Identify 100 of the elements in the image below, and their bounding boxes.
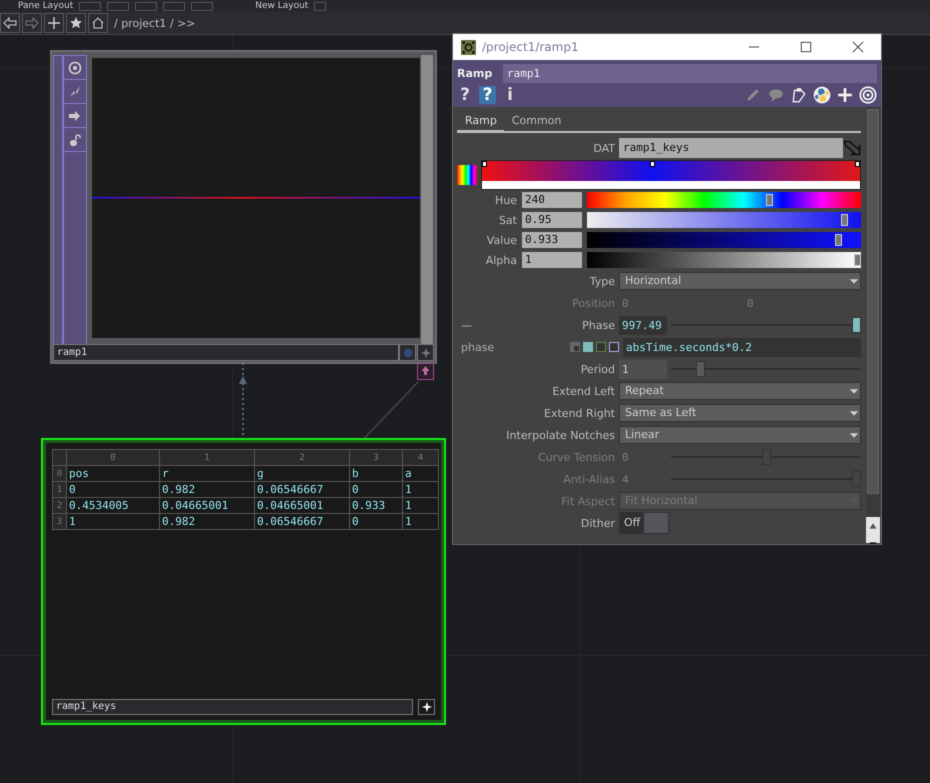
parameter-label: Extend Right — [543, 406, 616, 420]
home-button[interactable] — [88, 13, 108, 33]
table-cell: 0.04665001 — [254, 498, 350, 514]
slider[interactable] — [671, 316, 861, 334]
parameter-label: Position — [571, 296, 616, 310]
parameter-label: Hue — [494, 194, 517, 206]
parameter-tab[interactable]: Common — [504, 111, 568, 131]
back-button[interactable] — [0, 13, 20, 33]
sparkle-icon — [420, 701, 432, 713]
back-arrow-icon — [3, 16, 17, 30]
table-cell: 0.06546667 — [254, 514, 350, 530]
favorites-button[interactable] — [66, 13, 86, 33]
table-node[interactable]: 0 1 2 3 4 0 pos r g b a 1 0 0.982 0.06546667 0 1 2 0.4534005 0.04665001 0.04665001 0.933 1 3 1 0.982 0.06546667 0 1 ramp1_keys — [43, 440, 444, 723]
dropdown-menu[interactable]: Same as Left — [619, 404, 861, 422]
network-path[interactable]: / project1 / >> — [114, 16, 196, 30]
clipboard-icon[interactable] — [791, 87, 807, 103]
lock-icon[interactable] — [68, 132, 82, 146]
color-slider[interactable] — [587, 252, 861, 268]
row-header: 0 — [52, 466, 66, 482]
table-cell: 1 — [402, 514, 438, 530]
value-field[interactable]: 1 — [522, 252, 582, 268]
arrow-icon[interactable] — [68, 108, 82, 122]
parameter-label: Period — [580, 362, 616, 376]
expression-field[interactable]: absTime.seconds*0.2 — [623, 338, 861, 356]
parameter-label: Phase — [581, 318, 616, 332]
scrollbar[interactable] — [866, 107, 880, 544]
new-layout-label: New Layout — [255, 1, 308, 11]
collapse-toggle[interactable]: — — [457, 318, 477, 332]
node-name-field[interactable]: ramp1_keys — [52, 699, 413, 715]
bind-mode-icon[interactable] — [609, 342, 619, 352]
sparkle-icon — [420, 346, 432, 358]
table-cell: b — [350, 466, 402, 482]
value-field[interactable]: 0.95 — [522, 212, 582, 228]
dropdown-menu[interactable]: Linear — [619, 426, 861, 444]
forward-arrow-icon — [25, 16, 39, 30]
color-slider[interactable] — [587, 192, 861, 208]
node-name-field[interactable]: ramp1 — [53, 344, 399, 361]
parameter-label: Extend Left — [551, 384, 616, 398]
ramp-editor[interactable] — [481, 160, 861, 190]
ramp-node[interactable]: ramp1 — [50, 50, 437, 364]
python-icon[interactable] — [813, 86, 831, 104]
parameter-label: Type — [588, 274, 616, 288]
slider-thumb[interactable] — [696, 361, 706, 377]
table-cell: 0.04665001 — [160, 498, 254, 514]
app-icon — [461, 40, 476, 54]
dat-field[interactable]: ramp1_keys — [619, 138, 843, 158]
table-cell: pos — [66, 466, 160, 482]
value-field[interactable]: 240 — [522, 192, 582, 208]
target-icon[interactable] — [68, 60, 82, 74]
plus-icon — [47, 16, 61, 30]
help-button[interactable]: ? — [457, 86, 473, 104]
dropdown-menu[interactable]: Horizontal — [619, 272, 861, 290]
table-cell: g — [254, 466, 350, 482]
column-header: 0 — [66, 450, 160, 466]
viewer-button[interactable] — [399, 344, 416, 361]
parameter-label: DAT — [592, 142, 616, 154]
table-cell: 1 — [402, 498, 438, 514]
color-slider[interactable] — [587, 232, 861, 248]
color-picker-icon[interactable] — [457, 165, 477, 185]
table-cell: 0.982 — [160, 482, 254, 498]
parameter-tab[interactable]: Ramp — [457, 111, 504, 133]
operator-name-field[interactable]: ramp1 — [503, 64, 877, 83]
table-cell: 0 — [66, 482, 160, 498]
add-button[interactable] — [44, 13, 64, 33]
parameter-label: Fit Aspect — [560, 494, 616, 508]
slider-thumb[interactable] — [852, 317, 861, 333]
close-icon — [852, 41, 864, 53]
parameter-label: Anti-Alias — [562, 472, 616, 486]
value-field[interactable]: 997.49 — [619, 316, 667, 334]
row-header: 3 — [52, 514, 66, 530]
node-options-button[interactable] — [418, 699, 435, 715]
value-field[interactable]: 0.933 — [522, 232, 582, 248]
lightning-icon[interactable] — [68, 84, 82, 98]
row-header: 1 — [52, 482, 66, 498]
maximize-icon — [800, 41, 812, 53]
color-slider[interactable] — [587, 212, 861, 228]
row-header: 2 — [52, 498, 66, 514]
parameter-name: phase — [460, 340, 496, 354]
parameter-label: Value — [486, 234, 517, 246]
toggle-button[interactable]: Off — [619, 512, 670, 534]
help-button[interactable]: ? — [479, 86, 496, 104]
parameter-label: Interpolate Notches — [505, 428, 616, 442]
output-connector[interactable] — [417, 363, 434, 380]
node-options-button[interactable] — [417, 344, 434, 361]
operator-type: Ramp — [457, 67, 494, 80]
dropdown-menu[interactable]: Repeat — [619, 382, 861, 400]
window-title: /project1/ramp1 — [482, 40, 580, 54]
parameter-label: Alpha — [484, 254, 517, 266]
plus-icon[interactable] — [837, 87, 853, 103]
export-mode-icon[interactable] — [596, 342, 606, 352]
home-icon — [91, 16, 105, 30]
column-header: 2 — [254, 450, 350, 466]
table-cell: 0 — [350, 482, 402, 498]
help-button[interactable]: i — [502, 86, 518, 104]
table-cell: 0 — [350, 514, 402, 530]
slider[interactable] — [671, 360, 861, 378]
circle-icon — [402, 346, 414, 358]
table-cell: 0.982 — [160, 514, 254, 530]
value-field[interactable]: 1 — [619, 360, 667, 378]
table-cell: 1 — [66, 514, 160, 530]
